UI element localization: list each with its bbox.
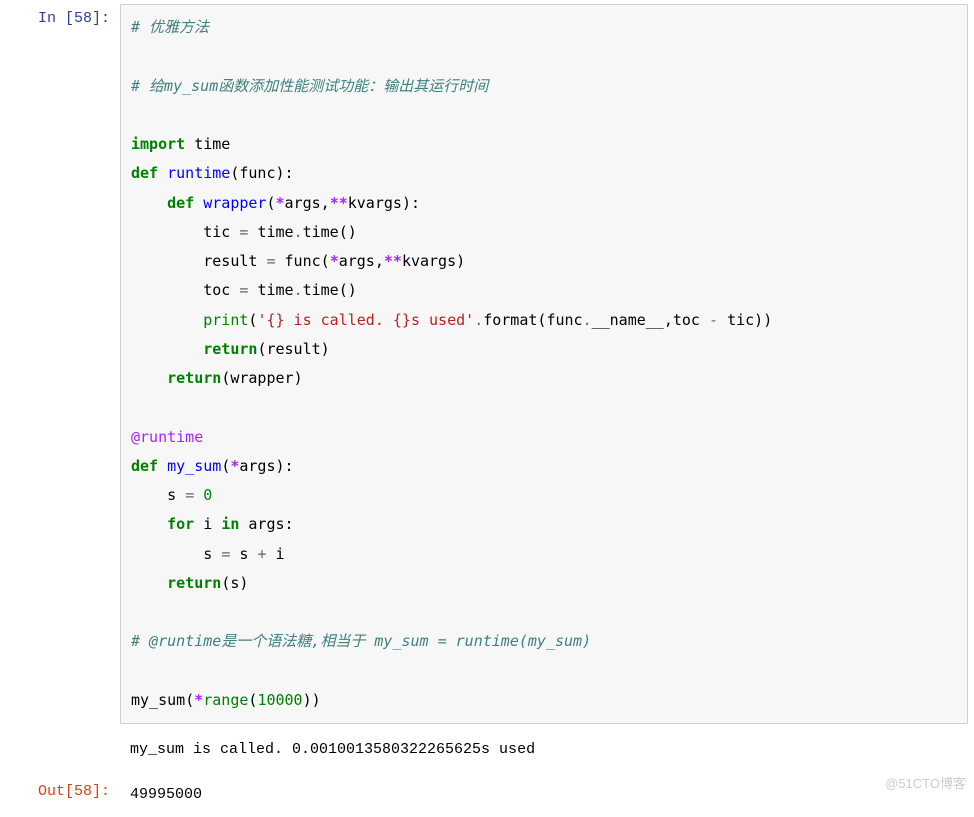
comment-line: # @runtime是一个语法糖,相当于 my_sum = runtime(my… [131,632,591,650]
func-name: wrapper [203,194,266,212]
dunder-name: __name__ [592,311,664,329]
func-name: runtime [167,164,230,182]
keyword-return: return [167,574,221,592]
keyword-for: for [167,515,194,533]
watermark: @51CTO博客 [885,773,966,792]
builtin-print: print [203,311,248,329]
module-name: time [194,135,230,153]
dstar-op: ** [330,194,348,212]
output-cell: Out[58]: 49995000 [0,773,974,817]
string-literal: '{} is called. {}s used' [257,311,474,329]
keyword-def: def [167,194,194,212]
empty-prompt [0,732,120,738]
keyword-in: in [221,515,239,533]
code-input[interactable]: # 优雅方法 # 给my_sum函数添加性能测试功能：输出其运行时间 impor… [120,4,968,724]
star-op: * [276,194,285,212]
output-prompt: Out[58]: [0,777,120,800]
input-cell: In [58]: # 优雅方法 # 给my_sum函数添加性能测试功能：输出其运… [0,0,974,728]
keyword-import: import [131,135,185,153]
input-prompt: In [58]: [0,4,120,27]
keyword-def: def [131,457,158,475]
func-name: my_sum [167,457,221,475]
comment-line: # 给my_sum函数添加性能测试功能：输出其运行时间 [131,77,488,95]
keyword-def: def [131,164,158,182]
output-value: 49995000 [120,777,974,814]
comment-line: # 优雅方法 [131,18,209,36]
stdout-cell: my_sum is called. 0.0010013580322265625s… [0,728,974,773]
builtin-range: range [203,691,248,709]
decorator: @runtime [131,428,203,446]
keyword-return: return [203,340,257,358]
keyword-return: return [167,369,221,387]
stdout-text: my_sum is called. 0.0010013580322265625s… [120,732,974,769]
